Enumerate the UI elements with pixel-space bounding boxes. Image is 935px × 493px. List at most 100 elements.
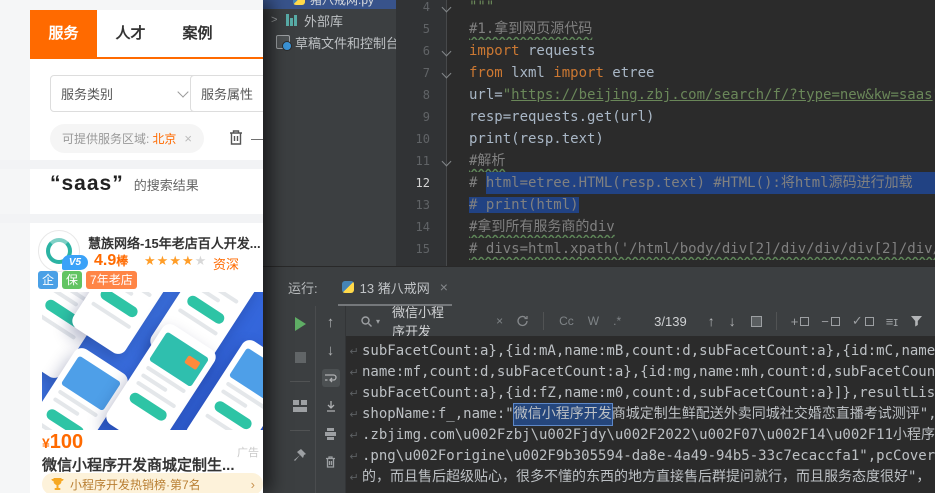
selected-code: # print(html) xyxy=(469,197,579,213)
fold-icon[interactable] xyxy=(441,68,452,79)
filter-funnel-icon[interactable] xyxy=(910,315,923,327)
code-line[interactable]: 8 url="https://beijing.zbj.com/search/f/?… xyxy=(396,84,935,106)
chip-value: 北京 xyxy=(152,132,177,146)
code-segment: import xyxy=(469,43,520,59)
code-line[interactable]: 11 #解析 xyxy=(396,150,935,172)
add-occurrence-icon[interactable]: + xyxy=(791,314,810,329)
preserve-case-icon[interactable]: ≡ɪ xyxy=(886,314,898,329)
fold-gutter xyxy=(438,194,455,216)
attribute-select[interactable]: 服务属性 xyxy=(190,75,263,112)
pin-icon[interactable] xyxy=(291,446,309,464)
fold-icon[interactable] xyxy=(441,46,452,57)
stop-button[interactable] xyxy=(291,348,309,366)
tree-item[interactable]: 草稿文件和控制台 xyxy=(263,31,396,53)
python-file-icon xyxy=(341,281,354,293)
remove-occurrence-icon[interactable]: − xyxy=(821,314,840,329)
category-select[interactable]: 服务类别 xyxy=(50,75,198,112)
find-toggle-regex[interactable]: .* xyxy=(613,314,621,328)
restore-layout-icon[interactable] xyxy=(291,397,309,415)
soft-wrap-icon[interactable] xyxy=(321,369,340,387)
browser-tab[interactable]: 服务 xyxy=(30,10,97,57)
code-text: resp=requests.get(url) xyxy=(455,106,935,128)
code-segment: https://beijing.zbj.com/search/f/?type=n… xyxy=(511,87,933,103)
product-image[interactable] xyxy=(42,292,263,430)
up-stack-trace-icon[interactable]: ↑ xyxy=(322,313,340,331)
code-line[interactable]: 7 from lxml import etree xyxy=(396,62,935,84)
shop-badge: 企 xyxy=(38,271,59,289)
fold-gutter xyxy=(438,84,455,106)
console-line: ↵ name:mf,count:d,subFacetCount:a},{id:mg… xyxy=(346,362,935,383)
console-output[interactable]: ↵ subFacetCount:a},{id:mA,name:mB,count:d… xyxy=(346,336,935,493)
code-line[interactable]: 12 # html=etree.HTML(resp.text) #HTML():将… xyxy=(396,172,935,194)
down-stack-trace-icon[interactable]: ↓ xyxy=(322,341,340,359)
fold-gutter xyxy=(438,238,455,260)
code-text: print(resp.text) xyxy=(455,128,935,150)
console-text: 的，而且售后超级贴心，很多不懂的东西的地方直接售后群提问就行，而且服务态度很好"… xyxy=(362,469,931,485)
code-line[interactable]: 4 """ xyxy=(396,0,935,18)
search-history-icon[interactable] xyxy=(516,315,529,327)
code-text: # print(html) xyxy=(455,194,935,216)
browser-tab[interactable]: 案例 xyxy=(164,10,231,57)
code-segment: print(resp.text) xyxy=(469,131,604,147)
rank-badge[interactable]: 小程序开发热销榜·第7名 › xyxy=(42,473,263,493)
code-segment: etree xyxy=(603,65,655,81)
region-filter-chip[interactable]: 可提供服务区域: 北京 × xyxy=(50,124,204,153)
print-icon[interactable] xyxy=(322,425,340,443)
remove-filter-icon[interactable]: × xyxy=(184,131,192,146)
line-number: 5 xyxy=(422,22,430,36)
shop-badge: 7年老店 xyxy=(86,271,137,289)
divider-band xyxy=(0,160,263,169)
prev-match-icon[interactable]: ↑ xyxy=(708,313,715,329)
run-tab-label: 13 猪八戒网 xyxy=(359,280,430,296)
console-text: subFacetCount:a},{id:fZ,name:m0,count:d,… xyxy=(362,385,935,401)
tree-item-label: 外部库 xyxy=(304,13,344,29)
code-segment: url= xyxy=(469,87,503,103)
clear-all-icon[interactable] xyxy=(322,453,340,471)
level-badge: V5 xyxy=(62,255,88,270)
clear-search-icon[interactable]: × xyxy=(496,314,503,328)
shop-name-link[interactable]: 慧族网络-15年老店百人开发... xyxy=(88,233,260,252)
code-line[interactable]: 14 #拿到所有服务商的div xyxy=(396,216,935,238)
close-icon[interactable]: × xyxy=(440,279,448,295)
search-icon[interactable]: ▾ xyxy=(360,315,380,328)
wrap-indicator-icon: ↵ xyxy=(349,366,359,379)
screen: 结构 收藏 猪八戒网.py >外部库草稿文件和控制台 4"""5#1.拿到网页源… xyxy=(0,0,935,493)
rank-label: 小程序开发热销榜·第7名 xyxy=(70,477,201,492)
fold-icon[interactable] xyxy=(441,2,452,13)
code-line[interactable]: 6 import requests xyxy=(396,40,935,62)
find-toggle-words[interactable]: W xyxy=(588,314,599,328)
run-tab[interactable]: 13 猪八戒网 × xyxy=(337,267,452,307)
code-segment: " xyxy=(502,87,512,103)
product-title[interactable]: 微信小程序开发商城定制生... xyxy=(42,454,263,475)
find-toggle-case[interactable]: Cc xyxy=(559,314,574,328)
code-line[interactable]: 10 print(resp.text) xyxy=(396,128,935,150)
filter-results-icon[interactable] xyxy=(749,315,762,327)
code-line[interactable]: 15 # divs=html.xpath('/html/body/div[2]/d… xyxy=(396,238,935,260)
select-all-occurrences-icon[interactable]: ✓ xyxy=(852,313,874,329)
rerun-button[interactable] xyxy=(291,315,309,333)
chip-label: 可提供服务区域: xyxy=(62,132,150,146)
tree-selected-file[interactable]: 猪八戒网.py xyxy=(263,0,396,9)
find-query[interactable]: 微信小程序开发 xyxy=(392,302,452,340)
code-segment: #1.拿到网页源代码 xyxy=(469,21,593,37)
fold-icon[interactable] xyxy=(441,156,452,167)
code-segment: # print(html) xyxy=(469,197,579,213)
selected-code: html=etree.HTML(resp.text) #HTML():将html… xyxy=(485,172,935,194)
page-margin xyxy=(0,0,30,493)
run-label: 运行: xyxy=(288,280,318,296)
code-segment: resp=requests.get(url) xyxy=(469,109,655,125)
line-number: 10 xyxy=(415,132,430,146)
code-segment: #解析 xyxy=(469,153,506,169)
trash-icon[interactable] xyxy=(228,129,244,146)
code-line[interactable]: 5 #1.拿到网页源代码 xyxy=(396,18,935,40)
fold-gutter xyxy=(438,0,455,18)
next-match-icon[interactable]: ↓ xyxy=(729,313,736,329)
code-text: #解析 xyxy=(455,150,935,172)
code-editor[interactable]: 4 """ 5 #1.拿到网页源代码 6 import requests 7 from lxm… xyxy=(396,0,935,266)
scroll-to-end-icon[interactable] xyxy=(322,397,340,415)
tree-item[interactable]: > 外部库 xyxy=(263,9,396,31)
console-text: .zbjimg.com\u002Fzbj\u002Fjdy\u002F2022\… xyxy=(362,427,935,443)
browser-tab[interactable]: 人才 xyxy=(97,10,164,57)
code-line[interactable]: 13 # print(html) xyxy=(396,194,935,216)
code-line[interactable]: 9 resp=requests.get(url) xyxy=(396,106,935,128)
